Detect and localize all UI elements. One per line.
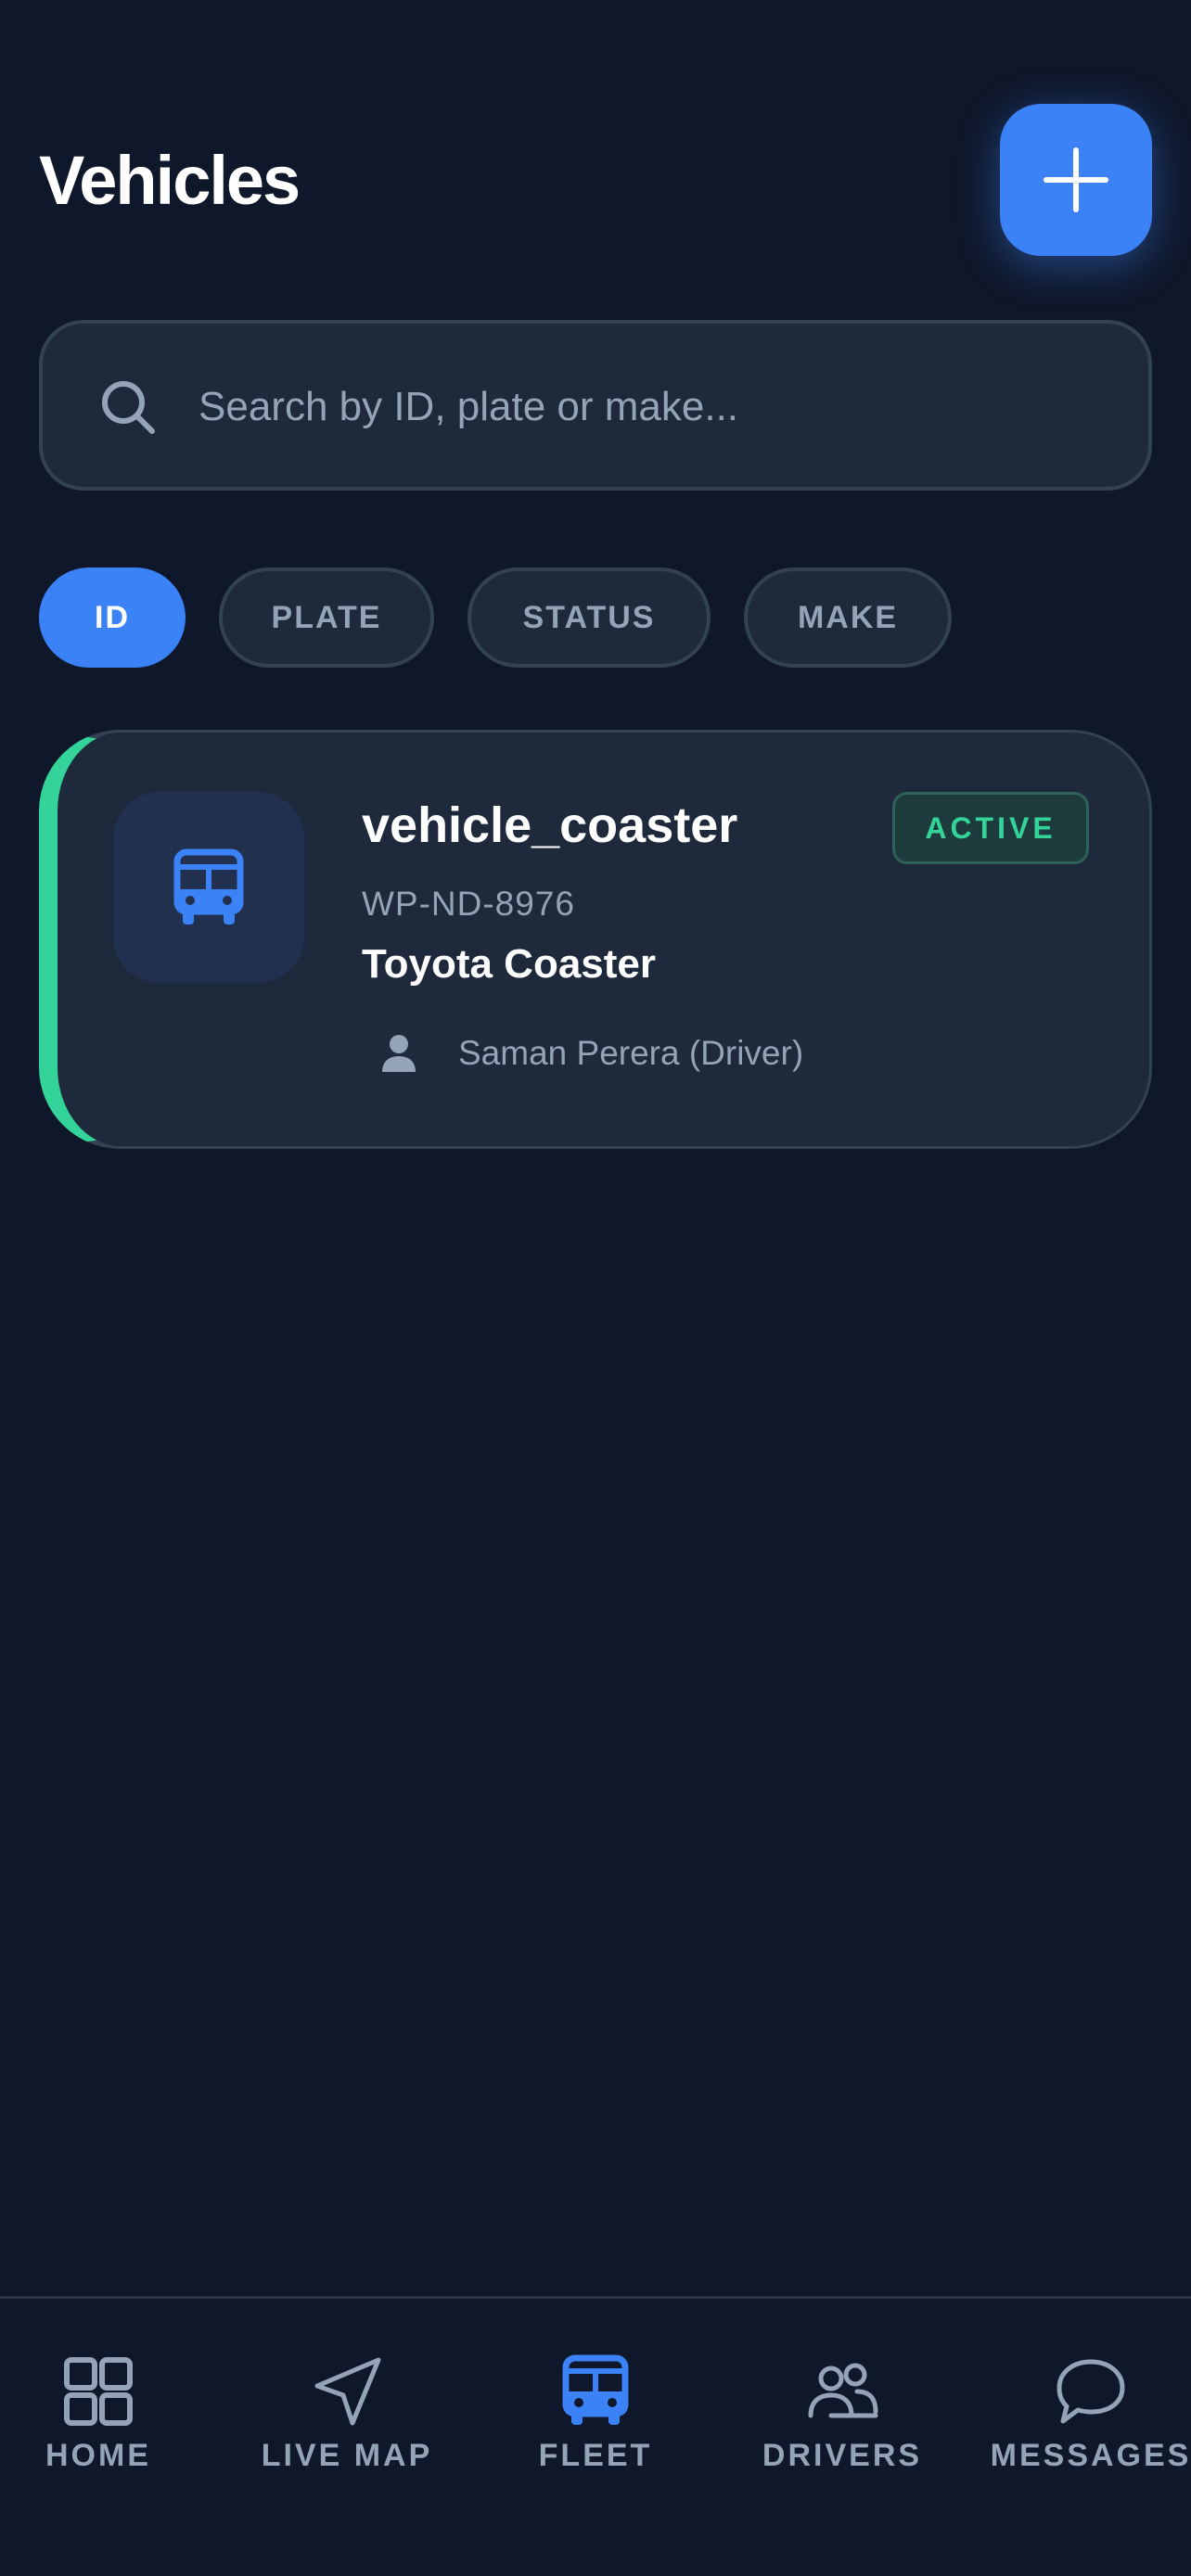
nav-item-fleet[interactable]: FLEET	[477, 2354, 714, 2493]
driver-name: Saman Perera (Driver)	[458, 1034, 804, 1072]
bus-icon	[173, 848, 244, 925]
filter-chip-make[interactable]: MAKE	[744, 567, 952, 668]
search-bar[interactable]	[39, 320, 1152, 491]
vehicle-card[interactable]: vehicle_coaster ACTIVE WP-ND-8976 Toyota…	[39, 730, 1152, 1149]
vehicle-id: vehicle_coaster	[362, 797, 738, 853]
nav-label: HOME	[45, 2438, 151, 2473]
status-badge: ACTIVE	[892, 792, 1089, 864]
filter-chip-label: MAKE	[797, 599, 899, 635]
search-icon	[102, 381, 155, 434]
vehicle-plate: WP-ND-8976	[362, 885, 575, 923]
filter-chip-id[interactable]: ID	[39, 567, 186, 668]
nav-item-drivers[interactable]: DRIVERS	[724, 2354, 961, 2493]
bus-icon	[562, 2354, 629, 2425]
vehicle-avatar	[113, 792, 304, 983]
nav-item-live-map[interactable]: LIVE MAP	[228, 2354, 466, 2493]
filter-chip-label: PLATE	[271, 599, 382, 635]
search-input[interactable]	[198, 361, 1108, 453]
nav-label: DRIVERS	[762, 2438, 923, 2473]
nav-item-messages[interactable]: MESSAGES	[972, 2354, 1191, 2493]
person-icon	[382, 1035, 416, 1072]
filter-chip-status[interactable]: STATUS	[467, 567, 711, 668]
users-icon	[808, 2363, 878, 2418]
add-vehicle-button[interactable]	[1000, 104, 1152, 256]
filter-chip-label: STATUS	[522, 599, 656, 635]
nav-label: MESSAGES	[990, 2438, 1191, 2473]
nav-label: LIVE MAP	[261, 2438, 433, 2473]
filter-chip-plate[interactable]: PLATE	[219, 567, 434, 668]
filter-chip-label: ID	[95, 599, 130, 635]
nav-label: FLEET	[538, 2438, 653, 2473]
nav-item-home[interactable]: HOME	[0, 2354, 217, 2493]
grid-icon	[64, 2357, 133, 2426]
vehicles-screen: Vehicles ID PLATE STATUS MAKE	[0, 0, 1191, 2576]
page-title: Vehicles	[39, 142, 301, 219]
plus-icon	[1044, 147, 1108, 212]
vehicle-model: Toyota Coaster	[362, 941, 657, 987]
bottom-nav: HOME LIVE MAP FLEET DRIVERS MESSAGES	[0, 2296, 1191, 2576]
chat-icon	[1057, 2359, 1125, 2424]
navigation-icon	[314, 2357, 381, 2426]
